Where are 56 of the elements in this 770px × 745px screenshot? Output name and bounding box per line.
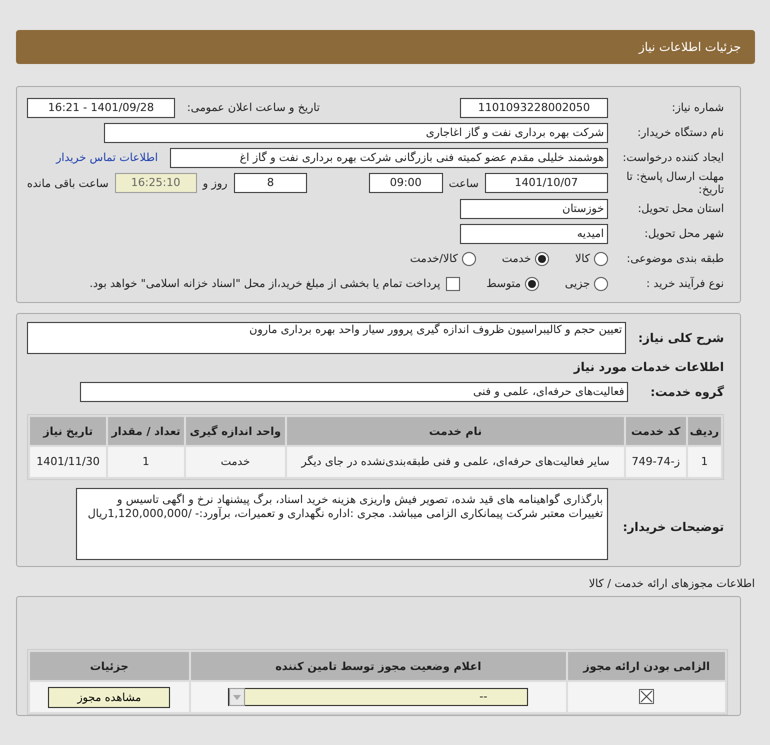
payment-label: پرداخت تمام یا بخشی از مبلغ خرید،از محل "اسناد خزانه اسلامی" خواهد بود. <box>90 277 440 290</box>
field-label: تاریخ و ساعت اعلان عمومی: <box>187 101 320 114</box>
column-header: اعلام وضعیت مجوز توسط تامین کننده <box>190 652 566 680</box>
notes-label: توضیحات خریدار: <box>622 520 724 534</box>
field-label: ایجاد کننده درخواست: <box>622 151 724 164</box>
column-header: واحد اندازه گیری <box>186 417 286 445</box>
column-header: تاریخ نیاز <box>30 417 106 445</box>
column-header: الزامی بودن ارائه مجوز <box>568 652 725 680</box>
table-cell: 1 <box>688 447 721 477</box>
table-cell: 1 <box>108 447 184 477</box>
buyer-notes-field: بارگذاری گواهینامه های قید شده، تصویر فیش واریزی هزینه خرید اسناد، برگ پیشنهاد نرخ و اگهی تاسیس و تغییرات معتبر شرکت پیمانکاری الزامی میباشد. مجری :اداره نگهداری و تعمیرات، برآورد:- /1,120,000,000ریال <box>76 488 608 560</box>
field-label: طبقه بندی موضوعی: <box>626 252 724 265</box>
field-label: نام دستگاه خریدار: <box>636 126 724 139</box>
days-field: 8 <box>234 173 308 193</box>
header-title: جزئیات اطلاعات نیاز <box>638 40 741 54</box>
column-header: ردیف <box>688 417 721 445</box>
view-permit-button[interactable]: مشاهده مجوز <box>48 686 170 708</box>
field-label: نوع فرآیند خرید : <box>645 277 724 290</box>
requester-field: هوشمند خلیلی مقدم عضو کمیته فنی بازرگانی شرکت بهره برداری نفت و گاز اغ <box>170 148 608 168</box>
status-select[interactable]: -- <box>228 688 528 706</box>
category-radio[interactable]: کالا <box>575 252 608 266</box>
deadline-date-field: 1401/10/07 <box>484 173 608 193</box>
summary-label: شرح کلی نیاز: <box>638 331 724 345</box>
service-group-field: فعالیت‌های حرفه‌ای، علمی و فنی <box>80 382 628 402</box>
deadline-time-field: 09:00 <box>368 173 443 193</box>
process-radio[interactable]: جزیی <box>564 276 608 290</box>
category-radio[interactable]: خدمت <box>502 252 550 266</box>
field-label: استان محل تحویل: <box>636 202 724 215</box>
field-label: شماره نیاز: <box>670 101 724 114</box>
table-cell: سایر فعالیت‌های حرفه‌ای، علمی و فنی طبقه‌بندی‌نشده در جای دیگر <box>287 447 624 477</box>
column-header: نام خدمت <box>287 417 624 445</box>
summary-field: تعیین حجم و کالیبراسیون ظروف اندازه گیری پروور سیار واحد بهره برداری مارون <box>27 322 626 354</box>
announce-date-field: 1401/09/28 - 16:21 <box>27 98 175 118</box>
table-cell: ز-74-749 <box>626 447 686 477</box>
column-header: کد خدمت <box>626 417 686 445</box>
days-label: روز و <box>202 176 228 190</box>
field-label: مهلت ارسال پاسخ: تا تاریخ: <box>625 170 724 196</box>
section-title: اطلاعات خدمات مورد نیاز <box>574 360 724 374</box>
column-header: تعداد / مقدار <box>108 417 184 445</box>
buyer-contact-link[interactable]: اطلاعات تماس خریدار <box>56 151 158 164</box>
payment-checkbox[interactable] <box>446 276 460 290</box>
remaining-time-field: 16:25:10 <box>114 173 197 193</box>
city-field: امیدیه <box>460 224 608 244</box>
time-label: ساعت <box>448 176 479 190</box>
service-group-label: گروه خدمت: <box>650 384 724 398</box>
field-label: شهر محل تحویل: <box>643 227 724 240</box>
table-cell: خدمت <box>186 447 286 477</box>
province-field: خوزستان <box>460 198 608 218</box>
process-radio[interactable]: متوسط <box>486 276 539 290</box>
column-header: جزئیات <box>30 652 189 680</box>
permits-title: اطلاعات مجوزهای ارائه خدمت / کالا <box>588 577 755 590</box>
table-cell: 1401/11/30 <box>30 447 106 477</box>
buyer-org-field: شرکت بهره برداری نفت و گاز اغاجاری <box>104 122 608 142</box>
need-number-field: 1101093228002050 <box>460 98 608 118</box>
category-radio[interactable]: کالا/خدمت <box>410 252 476 266</box>
remaining-label: ساعت باقی مانده <box>27 176 109 190</box>
